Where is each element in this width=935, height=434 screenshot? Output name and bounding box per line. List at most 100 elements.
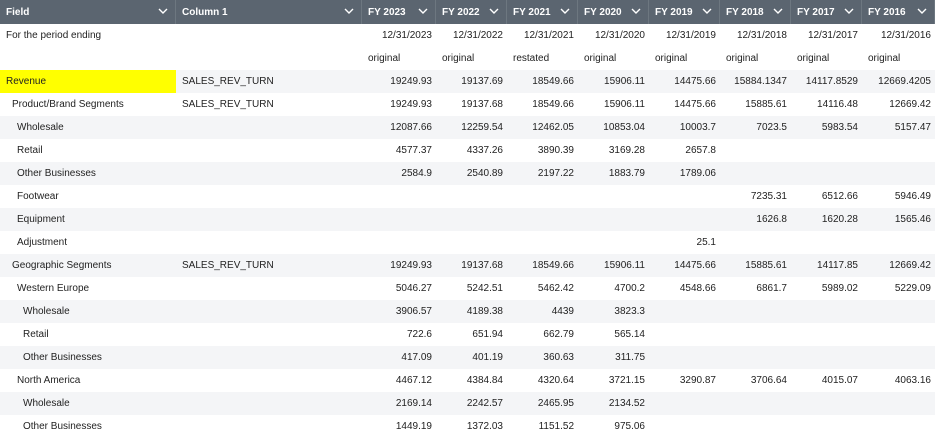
value-cell[interactable] [862, 346, 935, 369]
value-cell[interactable] [791, 415, 862, 434]
value-cell[interactable]: 14116.48 [791, 93, 862, 116]
table-row[interactable]: Other Businesses 2584.9 2540.89 2197.22 1883… [0, 162, 935, 185]
column-header-field[interactable]: Field [0, 0, 176, 24]
field-code-cell[interactable] [176, 392, 362, 415]
value-cell[interactable]: 6861.7 [720, 277, 791, 300]
value-cell[interactable]: 14117.85 [791, 254, 862, 277]
value-cell[interactable]: 10003.7 [649, 116, 720, 139]
value-cell[interactable]: 12087.66 [362, 116, 436, 139]
field-code-cell[interactable] [176, 116, 362, 139]
value-cell[interactable] [791, 323, 862, 346]
value-cell[interactable]: 2197.22 [507, 162, 578, 185]
table-row[interactable]: Footwear 7235.31 6512.66 5946.49 [0, 185, 935, 208]
value-cell[interactable]: 975.06 [578, 415, 649, 434]
value-cell[interactable]: 5946.49 [862, 185, 935, 208]
table-row[interactable]: Other Businesses 1449.19 1372.03 1151.52 975… [0, 415, 935, 434]
column-header-fy-2016[interactable]: FY 2016 [862, 0, 935, 24]
field-name-cell[interactable]: Retail [0, 323, 176, 346]
value-cell[interactable] [578, 208, 649, 231]
value-cell[interactable]: 15885.61 [720, 254, 791, 277]
column-header-fy-2023[interactable]: FY 2023 [362, 0, 436, 24]
value-cell[interactable] [720, 415, 791, 434]
field-name-cell[interactable]: Footwear [0, 185, 176, 208]
field-name-cell[interactable]: Other Businesses [0, 162, 176, 185]
value-cell[interactable] [362, 185, 436, 208]
value-cell[interactable]: 5462.42 [507, 277, 578, 300]
value-cell[interactable] [436, 231, 507, 254]
value-cell[interactable]: 4063.16 [862, 369, 935, 392]
field-name-cell[interactable]: Wholesale [0, 116, 176, 139]
field-code-cell[interactable] [176, 300, 362, 323]
value-cell[interactable] [649, 346, 720, 369]
value-cell[interactable] [862, 300, 935, 323]
chevron-down-icon[interactable] [773, 7, 783, 15]
value-cell[interactable] [791, 139, 862, 162]
table-row[interactable]: Equipment 1626.8 1620.28 1565.46 [0, 208, 935, 231]
table-row[interactable]: North America 4467.12 4384.84 4320.64 3721.1… [0, 369, 935, 392]
value-cell[interactable]: 3290.87 [649, 369, 720, 392]
value-cell[interactable] [436, 208, 507, 231]
value-cell[interactable]: 2465.95 [507, 392, 578, 415]
value-cell[interactable] [862, 139, 935, 162]
value-cell[interactable]: 4320.64 [507, 369, 578, 392]
value-cell[interactable] [720, 300, 791, 323]
column-header-column-1[interactable]: Column 1 [176, 0, 362, 24]
value-cell[interactable]: 1626.8 [720, 208, 791, 231]
value-cell[interactable]: 14475.66 [649, 254, 720, 277]
field-code-cell[interactable] [176, 369, 362, 392]
value-cell[interactable]: 4015.07 [791, 369, 862, 392]
value-cell[interactable] [791, 162, 862, 185]
value-cell[interactable]: 14475.66 [649, 70, 720, 93]
value-cell[interactable] [862, 415, 935, 434]
value-cell[interactable]: 15906.11 [578, 254, 649, 277]
field-name-cell[interactable]: Equipment [0, 208, 176, 231]
field-code-cell[interactable] [176, 185, 362, 208]
value-cell[interactable]: 5229.09 [862, 277, 935, 300]
value-cell[interactable]: 2169.14 [362, 392, 436, 415]
value-cell[interactable]: 3169.28 [578, 139, 649, 162]
value-cell[interactable]: 7023.5 [720, 116, 791, 139]
value-cell[interactable]: 2584.9 [362, 162, 436, 185]
field-name-cell[interactable]: Other Businesses [0, 415, 176, 434]
value-cell[interactable] [649, 392, 720, 415]
field-name-cell[interactable]: Western Europe [0, 277, 176, 300]
value-cell[interactable] [862, 231, 935, 254]
value-cell[interactable]: 4700.2 [578, 277, 649, 300]
chevron-down-icon[interactable] [344, 7, 354, 15]
value-cell[interactable]: 18549.66 [507, 93, 578, 116]
table-row[interactable]: Wholesale 3906.57 4189.38 4439 3823.3 [0, 300, 935, 323]
table-row[interactable]: Adjustment 25.1 [0, 231, 935, 254]
field-name-cell[interactable]: Adjustment [0, 231, 176, 254]
chevron-down-icon[interactable] [158, 7, 168, 15]
value-cell[interactable]: 5046.27 [362, 277, 436, 300]
value-cell[interactable]: 662.79 [507, 323, 578, 346]
value-cell[interactable] [791, 231, 862, 254]
table-row[interactable]: Retail 4577.37 4337.26 3890.39 3169.28 2657.8 [0, 139, 935, 162]
value-cell[interactable]: 18549.66 [507, 254, 578, 277]
value-cell[interactable]: 15885.61 [720, 93, 791, 116]
value-cell[interactable]: 2134.52 [578, 392, 649, 415]
value-cell[interactable]: 3823.3 [578, 300, 649, 323]
value-cell[interactable] [649, 323, 720, 346]
value-cell[interactable]: 10853.04 [578, 116, 649, 139]
value-cell[interactable]: 5989.02 [791, 277, 862, 300]
value-cell[interactable]: 3721.15 [578, 369, 649, 392]
value-cell[interactable]: 14117.8529 [791, 70, 862, 93]
value-cell[interactable] [791, 346, 862, 369]
value-cell[interactable] [507, 231, 578, 254]
value-cell[interactable]: 12259.54 [436, 116, 507, 139]
chevron-down-icon[interactable] [489, 7, 499, 15]
value-cell[interactable]: 4439 [507, 300, 578, 323]
value-cell[interactable]: 12462.05 [507, 116, 578, 139]
value-cell[interactable] [720, 231, 791, 254]
value-cell[interactable]: 15906.11 [578, 70, 649, 93]
value-cell[interactable]: 722.6 [362, 323, 436, 346]
value-cell[interactable]: 4189.38 [436, 300, 507, 323]
table-row[interactable]: Product/Brand Segments SALES_REV_TURN 1924… [0, 93, 935, 116]
value-cell[interactable]: 15884.1347 [720, 70, 791, 93]
value-cell[interactable]: 19137.68 [436, 93, 507, 116]
table-row[interactable]: Wholesale 12087.66 12259.54 12462.05 10853.0… [0, 116, 935, 139]
field-code-cell[interactable] [176, 277, 362, 300]
field-name-cell[interactable]: Product/Brand Segments [0, 93, 176, 116]
value-cell[interactable]: 18549.66 [507, 70, 578, 93]
